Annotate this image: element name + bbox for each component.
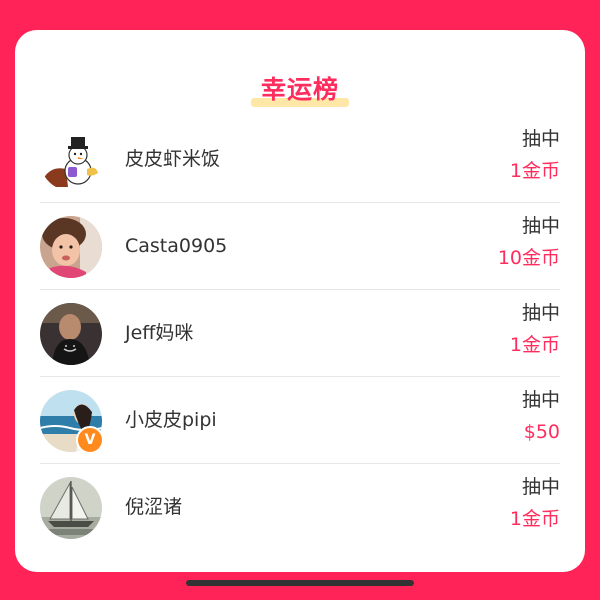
lucky-list-card: 幸运榜 皮皮虾米饭 抽中 1金币 Casta0905 抽中 10金币 Jeff妈… — [15, 30, 585, 572]
prize-value: $50 — [523, 421, 560, 443]
winner-row[interactable]: 皮皮虾米饭 抽中 1金币 — [40, 116, 560, 203]
prize-label: 抽中 — [521, 389, 560, 411]
prize-label: 抽中 — [521, 215, 560, 237]
sailboat-photo-avatar-icon — [40, 477, 102, 539]
winner-list: 皮皮虾米饭 抽中 1金币 Casta0905 抽中 10金币 Jeff妈咪 抽中… — [40, 116, 560, 550]
prize-label: 抽中 — [521, 128, 560, 150]
avatar[interactable] — [40, 216, 102, 278]
snowman-avatar-icon — [40, 129, 102, 191]
winner-row[interactable]: 倪涩诸 抽中 1金币 — [40, 464, 560, 550]
winner-name: 倪涩诸 — [125, 496, 183, 518]
winner-name: 皮皮虾米饭 — [125, 148, 221, 170]
dark-photo-avatar-icon — [40, 303, 102, 365]
card-title: 幸运榜 — [260, 75, 339, 104]
winner-row[interactable]: V 小皮皮pipi 抽中 $50 — [40, 377, 560, 464]
winner-name: Casta0905 — [125, 235, 228, 257]
prize-value: 1金币 — [509, 334, 560, 356]
winner-name: Jeff妈咪 — [125, 322, 194, 344]
avatar[interactable]: V — [40, 390, 104, 454]
prize-label: 抽中 — [521, 302, 560, 324]
home-indicator[interactable] — [186, 580, 414, 586]
prize-value: 1金币 — [509, 160, 560, 182]
avatar[interactable] — [40, 477, 102, 539]
vip-badge-icon: V — [76, 426, 104, 454]
avatar[interactable] — [40, 303, 102, 365]
avatar[interactable] — [40, 129, 102, 191]
winner-name: 小皮皮pipi — [125, 409, 217, 431]
child-photo-avatar-icon — [40, 216, 102, 278]
winner-row[interactable]: Jeff妈咪 抽中 1金币 — [40, 290, 560, 377]
prize-value: 10金币 — [497, 247, 560, 269]
card-title-bar: 幸运榜 — [15, 72, 585, 112]
title-wrap: 幸运榜 — [250, 72, 349, 108]
prize-value: 1金币 — [509, 508, 560, 530]
winner-row[interactable]: Casta0905 抽中 10金币 — [40, 203, 560, 290]
prize-label: 抽中 — [521, 476, 560, 498]
